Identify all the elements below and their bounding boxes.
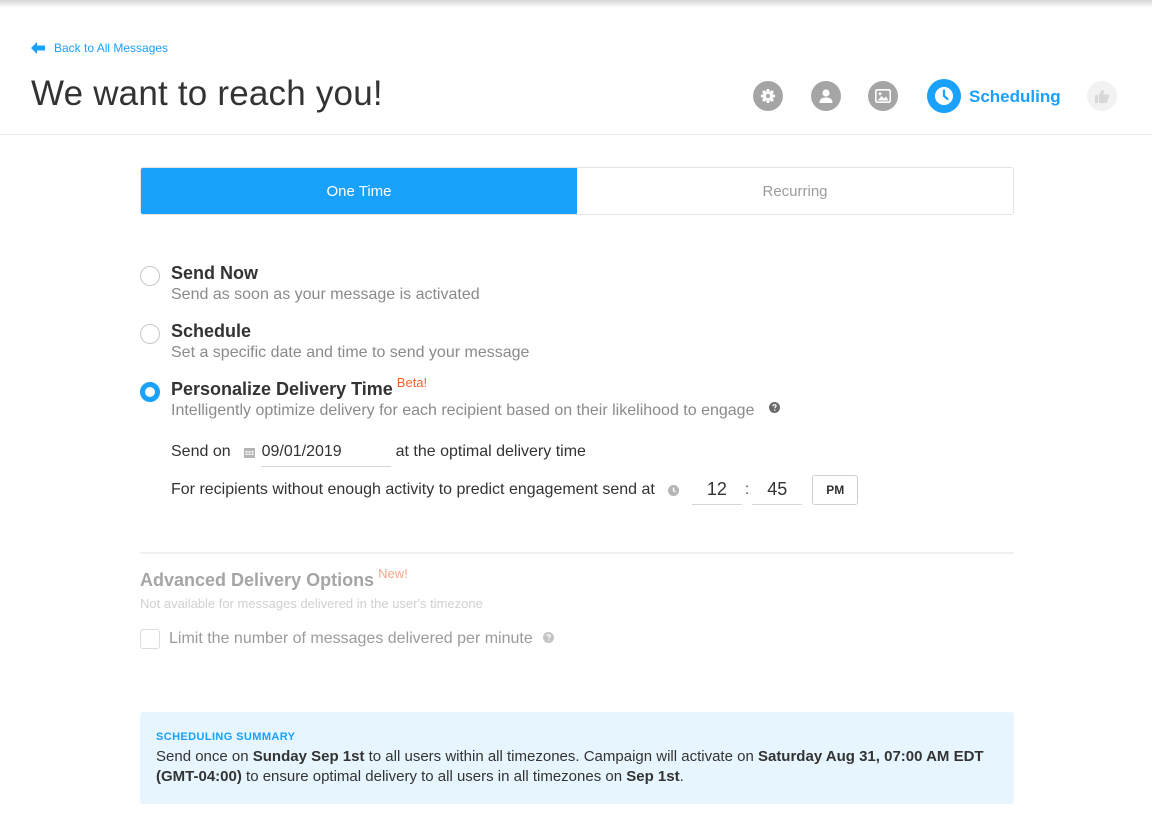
summary-title: SCHEDULING SUMMARY bbox=[156, 731, 296, 743]
clock-icon bbox=[935, 87, 953, 105]
clock-small-icon bbox=[667, 484, 679, 496]
gear-icon bbox=[761, 89, 775, 103]
summary-send-date: Sunday Sep 1st bbox=[252, 748, 365, 765]
send-on-label: Send on bbox=[171, 443, 231, 460]
summary-delivery-date: Sep 1st bbox=[626, 768, 680, 785]
schedule-desc: Set a specific date and time to send you… bbox=[171, 344, 530, 361]
delivery-type-tabs: One Time Recurring bbox=[140, 167, 1014, 215]
step-settings[interactable] bbox=[753, 81, 783, 111]
summary-part: . bbox=[679, 768, 684, 785]
summary-part: to all users within all timezones. Campa… bbox=[364, 748, 758, 765]
back-link-label: Back to All Messages bbox=[54, 41, 169, 55]
personalize-desc: Intelligently optimize delivery for each… bbox=[171, 402, 780, 420]
page-header: Back to All Messages We want to reach yo… bbox=[0, 0, 1152, 135]
fallback-time-row: For recipients without enough activity t… bbox=[171, 475, 859, 505]
fallback-label: For recipients without enough activity t… bbox=[171, 481, 655, 498]
personalize-desc-text: Intelligently optimize delivery for each… bbox=[171, 402, 755, 420]
personalize-radio[interactable] bbox=[140, 382, 160, 402]
rate-limit-checkbox[interactable] bbox=[140, 629, 160, 649]
step-audience[interactable] bbox=[811, 81, 841, 111]
schedule-radio[interactable] bbox=[140, 324, 160, 344]
rate-limit-label: Limit the number of messages delivered p… bbox=[169, 630, 533, 647]
scheduling-summary: SCHEDULING SUMMARY Send once on Sunday S… bbox=[140, 712, 1014, 804]
send-on-suffix: at the optimal delivery time bbox=[395, 443, 586, 460]
thumbs-up-icon bbox=[1095, 89, 1110, 103]
ampm-toggle[interactable]: PM bbox=[812, 475, 859, 505]
send-now-title[interactable]: Send Now bbox=[171, 263, 258, 284]
send-date-input[interactable] bbox=[260, 437, 391, 467]
minute-input[interactable] bbox=[752, 475, 803, 505]
back-to-all-messages-link[interactable]: Back to All Messages bbox=[31, 41, 168, 55]
hour-input[interactable] bbox=[691, 475, 742, 505]
advanced-options-title: Advanced Delivery Options New! bbox=[140, 566, 408, 591]
schedule-title[interactable]: Schedule bbox=[171, 321, 251, 342]
summary-part: Send once on bbox=[156, 748, 253, 765]
send-on-row: Send on at the optimal delivery time bbox=[171, 437, 586, 467]
personalize-title[interactable]: Personalize Delivery Time Beta! bbox=[171, 375, 427, 400]
step-content[interactable] bbox=[868, 81, 898, 111]
image-icon bbox=[875, 89, 891, 103]
send-now-radio[interactable] bbox=[140, 266, 160, 286]
advanced-options-title-text: Advanced Delivery Options bbox=[140, 570, 375, 590]
user-icon bbox=[819, 89, 833, 103]
summary-text: Send once on Sunday Sep 1st to all users… bbox=[156, 747, 998, 787]
step-scheduling[interactable] bbox=[927, 79, 961, 113]
arrow-left-icon bbox=[31, 42, 45, 54]
new-badge: New! bbox=[378, 566, 408, 581]
time-colon: : bbox=[744, 481, 750, 498]
summary-part: to ensure optimal delivery to all users … bbox=[241, 768, 627, 785]
help-icon[interactable] bbox=[768, 400, 780, 418]
wizard-steps: Scheduling bbox=[0, 79, 1152, 114]
tab-recurring[interactable]: Recurring bbox=[577, 168, 1013, 214]
advanced-options-desc: Not available for messages delivered in … bbox=[140, 596, 483, 611]
beta-badge: Beta! bbox=[396, 375, 428, 390]
step-scheduling-label[interactable]: Scheduling bbox=[969, 87, 1061, 107]
tab-one-time[interactable]: One Time bbox=[141, 168, 577, 214]
personalize-title-text: Personalize Delivery Time bbox=[171, 379, 393, 399]
section-divider bbox=[140, 552, 1014, 554]
step-review bbox=[1087, 81, 1117, 111]
rate-limit-help-icon[interactable] bbox=[542, 630, 554, 648]
send-now-desc: Send as soon as your message is activate… bbox=[171, 286, 480, 303]
calendar-icon bbox=[243, 447, 255, 458]
rate-limit-row: Limit the number of messages delivered p… bbox=[140, 629, 554, 649]
